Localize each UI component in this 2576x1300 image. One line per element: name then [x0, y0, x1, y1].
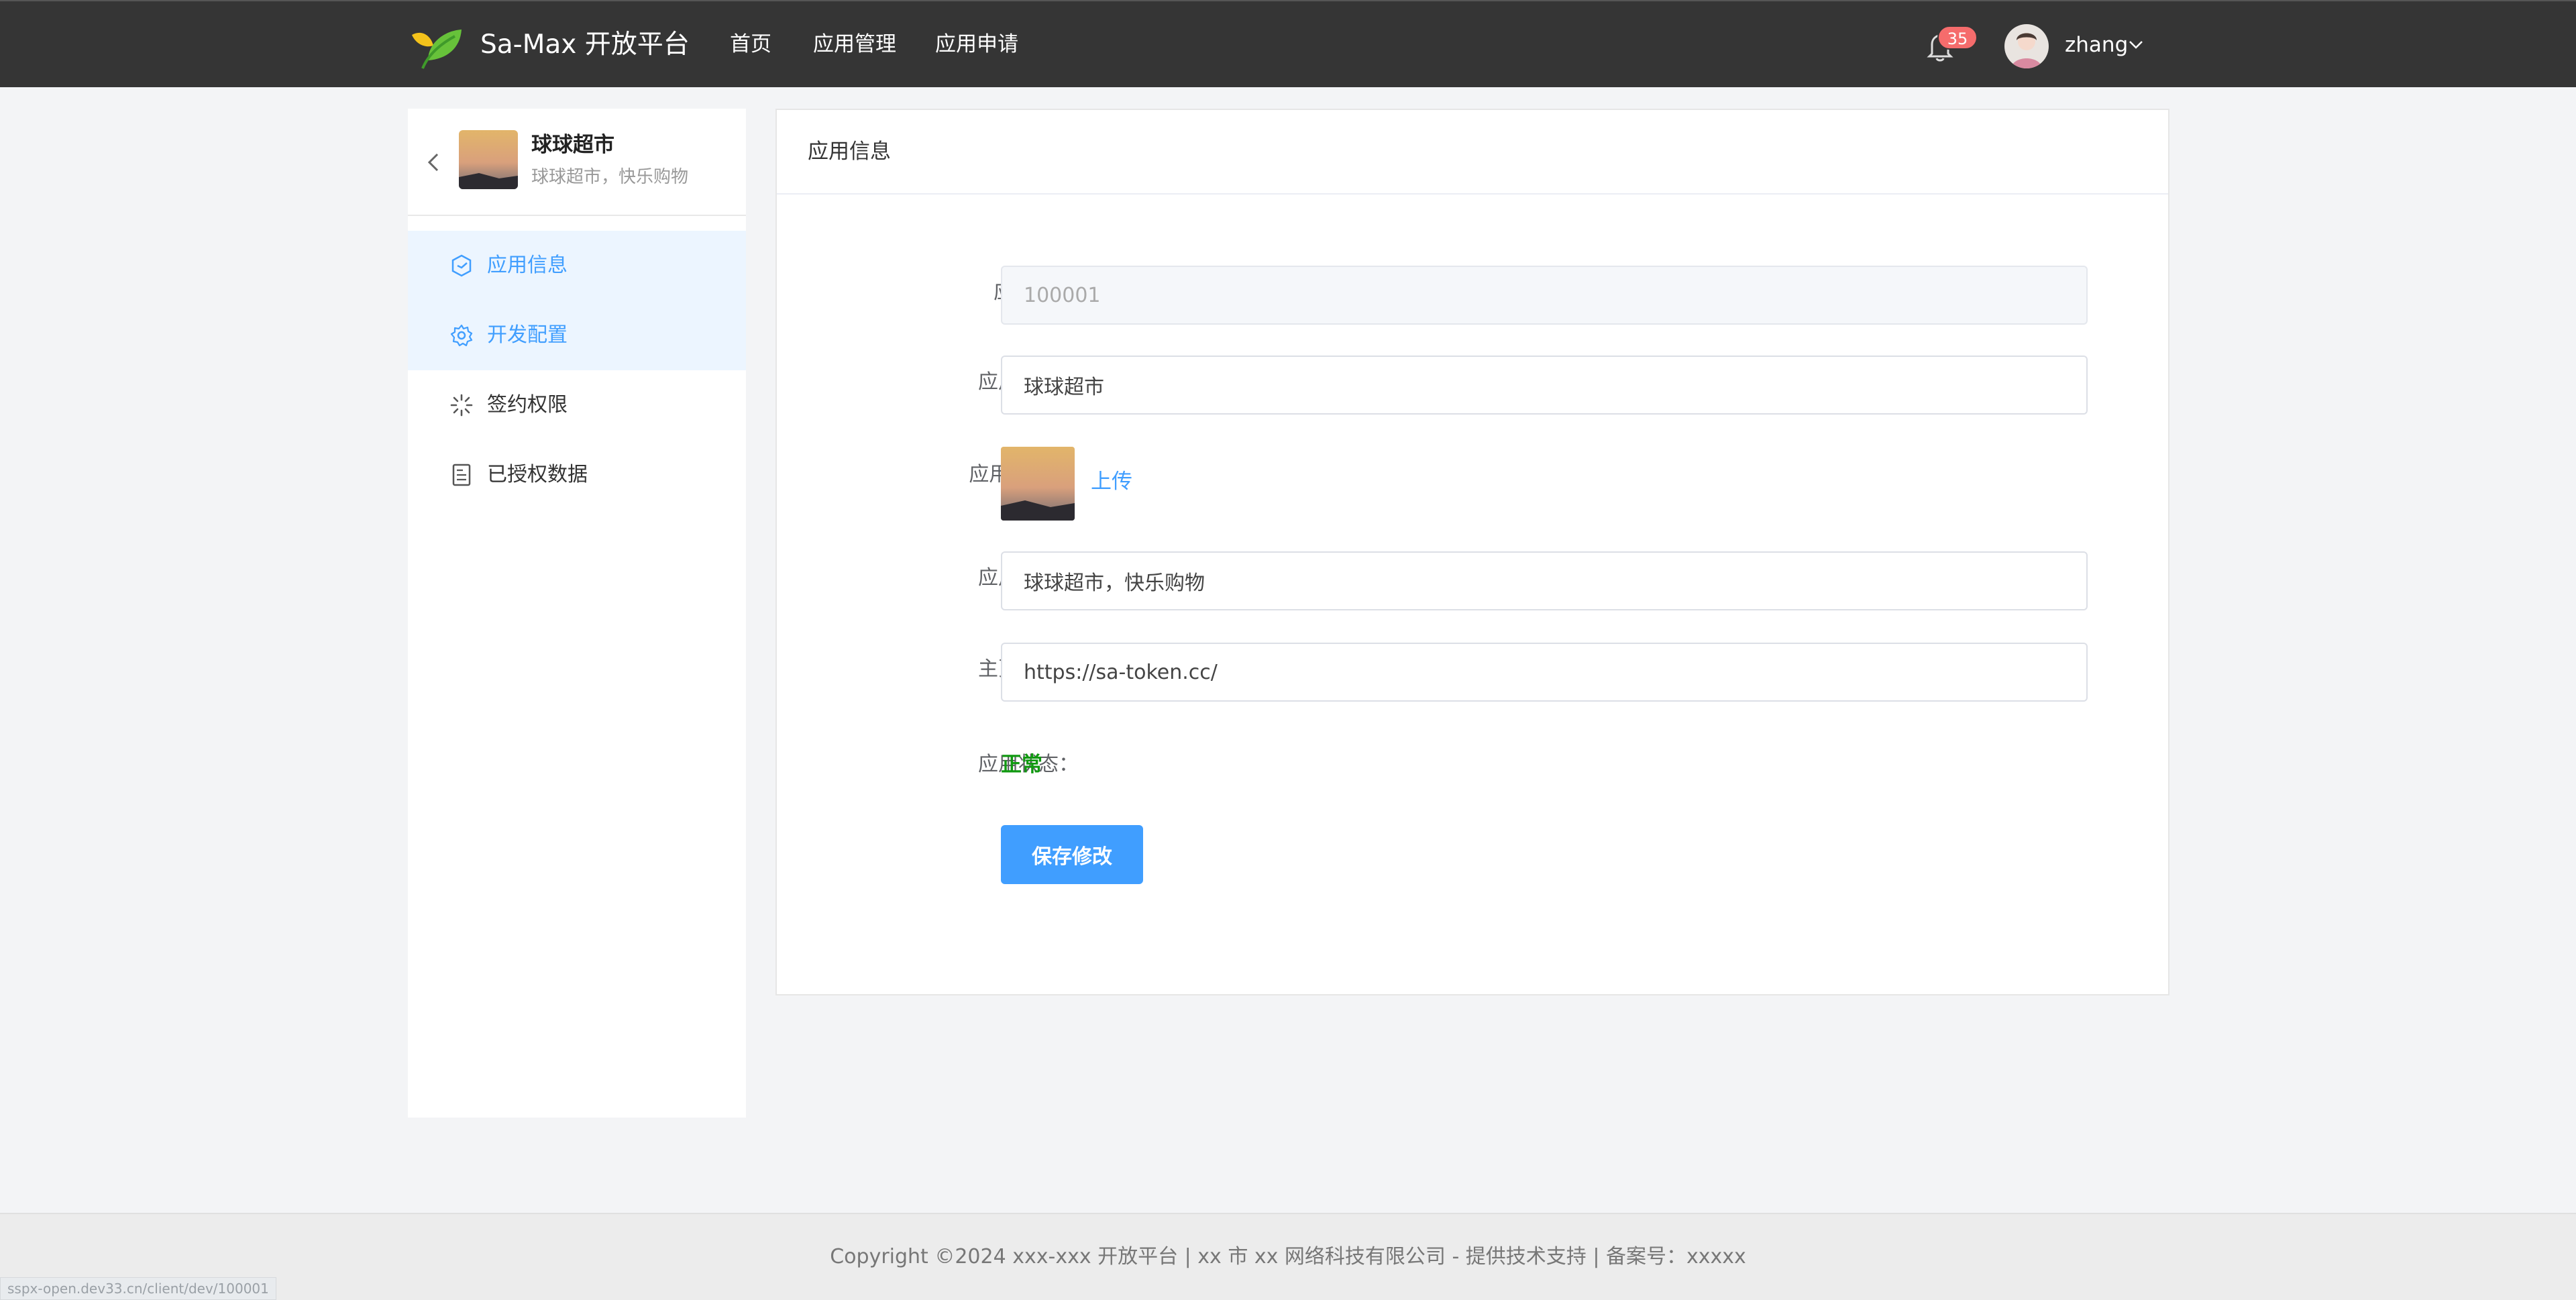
homepage-input[interactable]	[1001, 643, 2088, 702]
sidebar: 球球超市 球球超市，快乐购物 应用信息 开发配置 签约权限 已授权数据	[408, 109, 746, 1118]
app-intro-input[interactable]	[1001, 551, 2088, 610]
copyright-text: Copyright ©2024 xxx-xxx 开放平台 | xx 市 xx 网…	[830, 1245, 1746, 1268]
app-status-value: 正常	[1001, 753, 1042, 777]
top-header: Sa-Max 开放平台 首页 应用管理 应用申请 35 zhang	[0, 0, 2576, 87]
save-button[interactable]: 保存修改	[1001, 825, 1143, 884]
sidebar-item-label: 签约权限	[487, 393, 568, 417]
notification-badge: 35	[1937, 25, 1978, 50]
app-logo-preview	[1001, 447, 1075, 521]
app-status-label: 应用状态：	[978, 753, 1079, 776]
avatar[interactable]	[2004, 24, 2049, 68]
sidebar-item-label: 已授权数据	[487, 463, 588, 486]
app-name-input[interactable]	[1001, 356, 2088, 415]
brand-title[interactable]: Sa-Max 开放平台	[480, 28, 690, 62]
sidebar-item-authorized-data[interactable]: 已授权数据	[408, 440, 746, 510]
leaf-logo-icon[interactable]	[408, 25, 464, 70]
app-id-input	[1001, 266, 2088, 325]
chevron-down-icon[interactable]	[2128, 39, 2144, 51]
gear-icon	[450, 324, 473, 347]
footer: Copyright ©2024 xxx-xxx 开放平台 | xx 市 xx 网…	[0, 1213, 2576, 1300]
app-description: 球球超市，快乐购物	[531, 167, 689, 187]
app-name: 球球超市	[531, 133, 614, 157]
sidebar-item-app-info[interactable]: 应用信息	[408, 231, 746, 301]
card-title: 应用信息	[808, 140, 891, 164]
card-header: 应用信息	[777, 110, 2168, 195]
nav-app-apply[interactable]: 应用申请	[935, 30, 1018, 59]
document-icon	[452, 464, 471, 486]
sidebar-item-permissions[interactable]: 签约权限	[408, 370, 746, 440]
app-summary: 球球超市 球球超市，快乐购物	[408, 109, 746, 216]
sidebar-item-dev-config[interactable]: 开发配置	[408, 301, 746, 370]
upload-link[interactable]: 上传	[1091, 467, 1132, 496]
chevron-left-icon[interactable]	[424, 149, 443, 176]
nav-app-management[interactable]: 应用管理	[813, 30, 896, 59]
app-info-icon	[451, 254, 472, 277]
browser-status-url: sspx-open.dev33.cn/client/dev/100001	[0, 1277, 276, 1300]
app-info-card: 应用信息 应用 id： 应用名称： 应用 logo： 上传 应用介绍： 主页地址…	[775, 109, 2169, 995]
nav-home[interactable]: 首页	[730, 30, 771, 59]
username[interactable]: zhang	[2065, 30, 2128, 60]
sidebar-item-label: 应用信息	[487, 254, 568, 277]
app-thumbnail	[459, 130, 518, 189]
sidebar-item-label: 开发配置	[487, 323, 568, 347]
loading-icon	[450, 394, 473, 417]
